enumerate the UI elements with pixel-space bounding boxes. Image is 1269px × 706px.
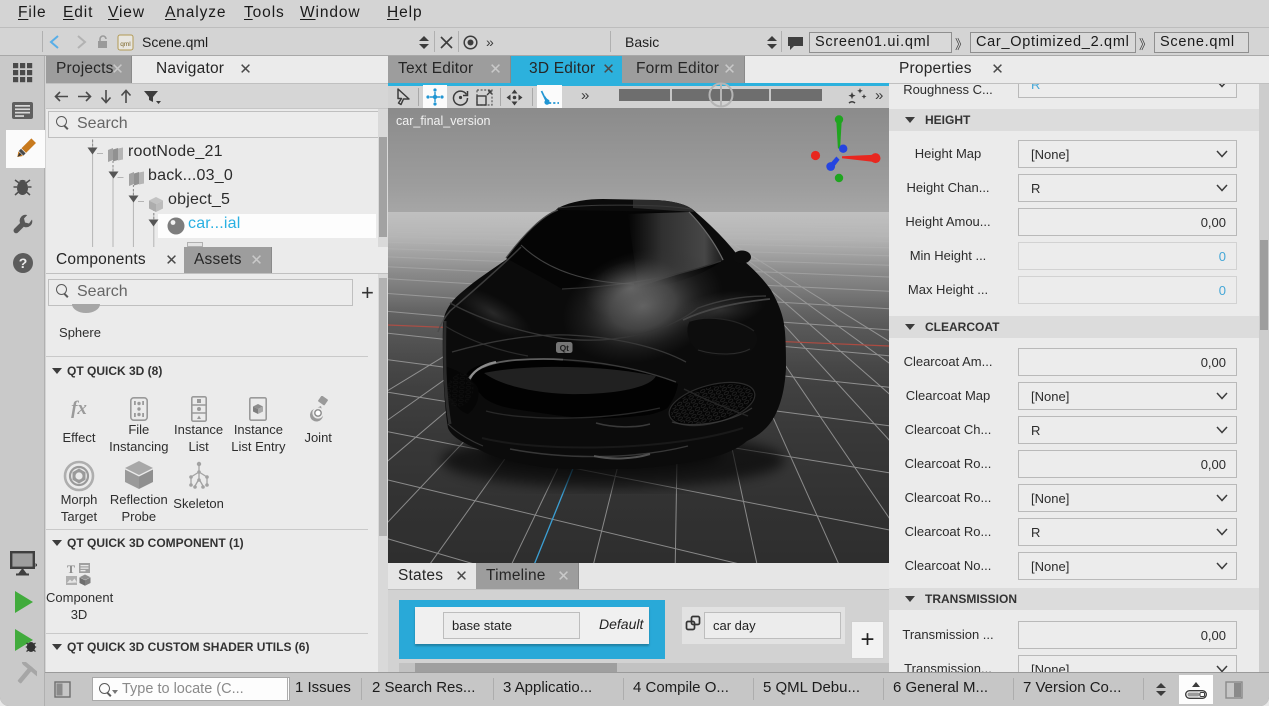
svg-text:car_final_version: car_final_version <box>396 114 491 128</box>
svg-text:T: T <box>67 562 75 576</box>
svg-text:fx: fx <box>71 398 87 419</box>
svg-text:qml: qml <box>120 41 131 48</box>
svg-text:Qt: Qt <box>560 343 570 353</box>
svg-text:?: ? <box>19 255 28 271</box>
